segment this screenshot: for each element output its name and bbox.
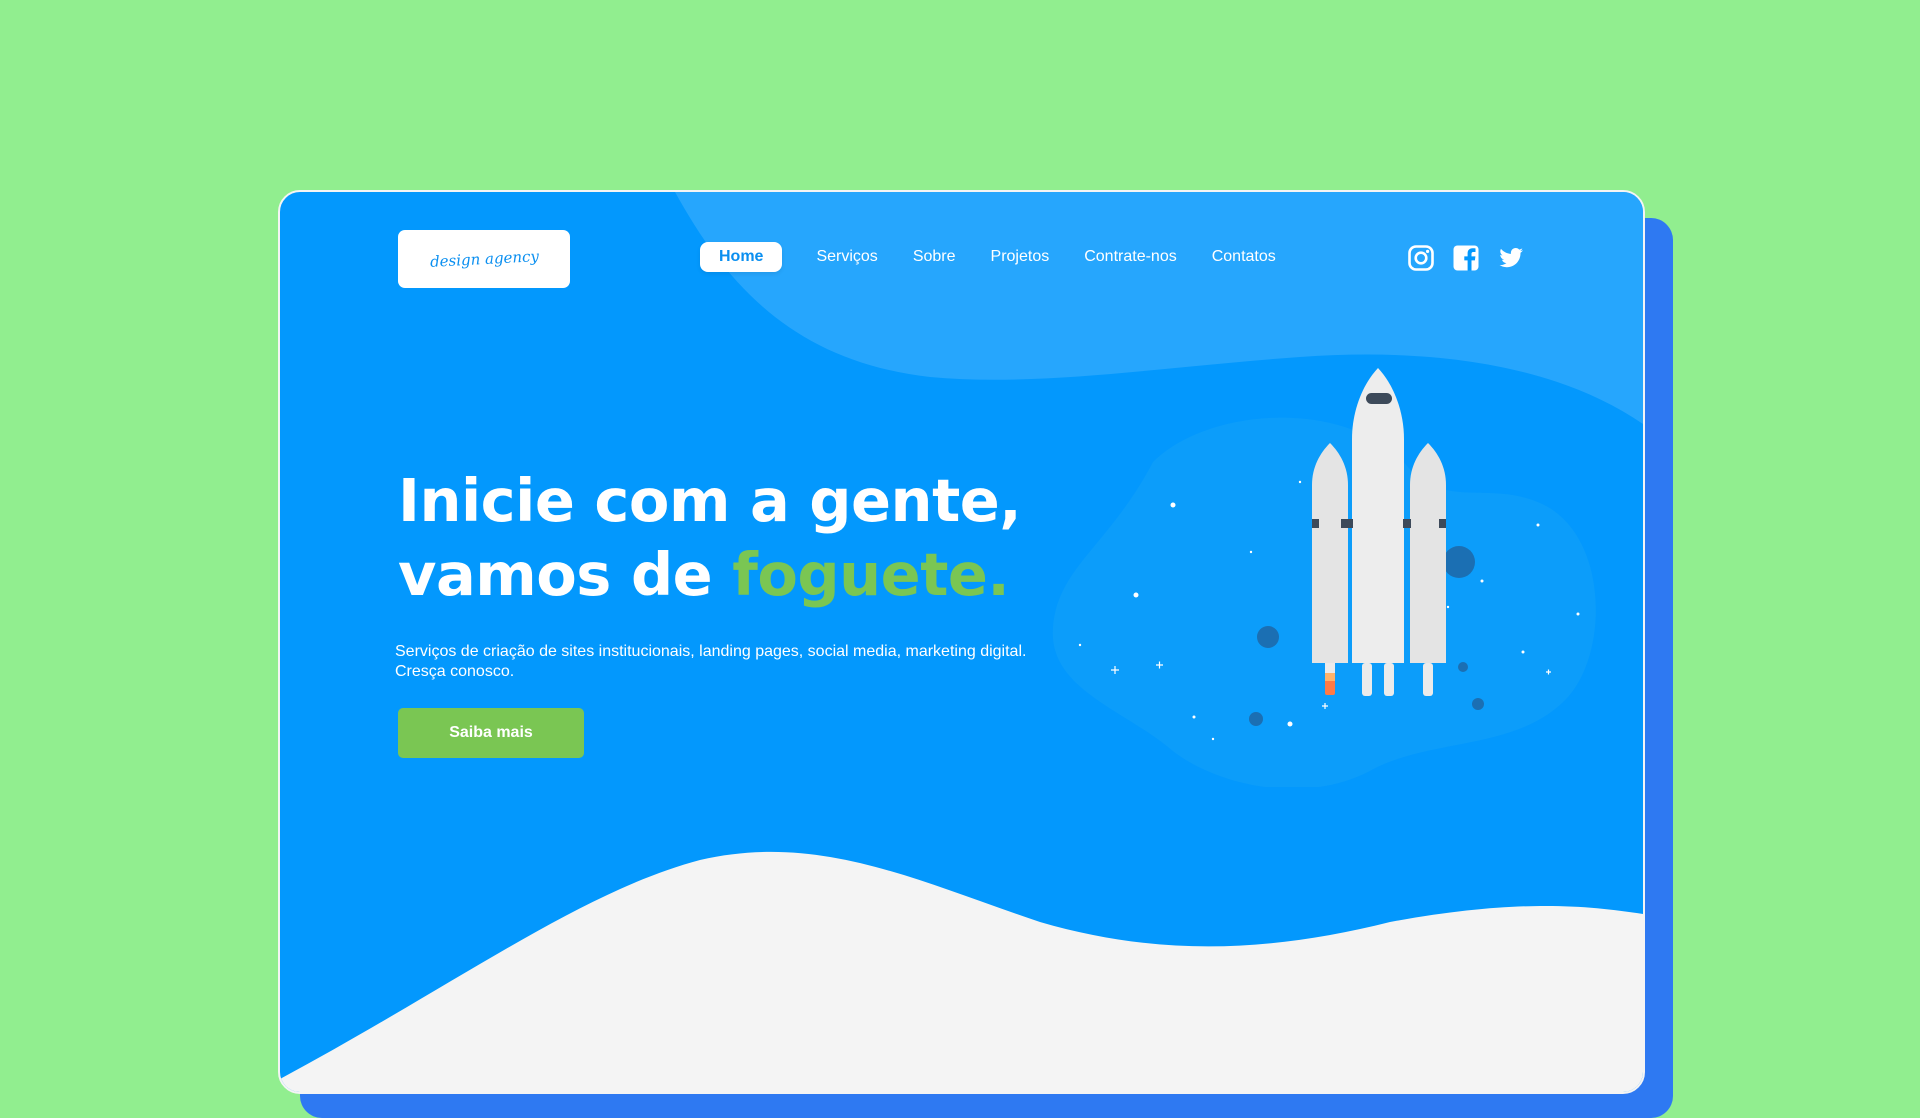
- social-links: [1407, 244, 1542, 272]
- twitter-icon[interactable]: [1497, 244, 1525, 272]
- saiba-mais-button[interactable]: Saiba mais: [398, 708, 584, 758]
- hero-title-line1: Inicie com a gente,: [398, 466, 1022, 535]
- rocket-illustration: [1052, 368, 1596, 787]
- left-booster: [1312, 443, 1348, 663]
- nav-item-sobre[interactable]: Sobre: [913, 248, 956, 266]
- nav-item-servicos[interactable]: Serviços: [816, 248, 877, 266]
- main-nav: Home Serviços Sobre Projetos Contrate-no…: [700, 242, 1311, 272]
- nav-item-projetos[interactable]: Projetos: [991, 248, 1050, 266]
- hero-title-line2-prefix: vamos de: [398, 540, 733, 609]
- hero-subtitle: Serviços de criação de sites institucion…: [395, 642, 1075, 682]
- hero-title: Inicie com a gente, vamos de foguete.: [398, 464, 1022, 612]
- page-frame: design agency Home Serviços Sobre Projet…: [278, 190, 1645, 1094]
- hero-subtitle-line1: Serviços de criação de sites institucion…: [395, 643, 1027, 660]
- nav-item-home[interactable]: Home: [700, 242, 783, 272]
- instagram-icon[interactable]: [1407, 244, 1435, 272]
- right-booster: [1410, 443, 1446, 663]
- nav-item-contrate-nos[interactable]: Contrate-nos: [1084, 248, 1177, 266]
- rocket: [1312, 368, 1446, 696]
- rocket-window: [1366, 393, 1392, 404]
- bottom-wave: [280, 851, 1643, 1092]
- hero-subtitle-line2: Cresça conosco.: [395, 663, 515, 680]
- facebook-icon[interactable]: [1452, 244, 1480, 272]
- nav-item-contatos[interactable]: Contatos: [1212, 248, 1276, 266]
- logo-text: design agency: [429, 247, 539, 271]
- hero-title-accent: foguete.: [732, 540, 1010, 609]
- main-body: [1352, 368, 1404, 663]
- logo[interactable]: design agency: [398, 230, 570, 288]
